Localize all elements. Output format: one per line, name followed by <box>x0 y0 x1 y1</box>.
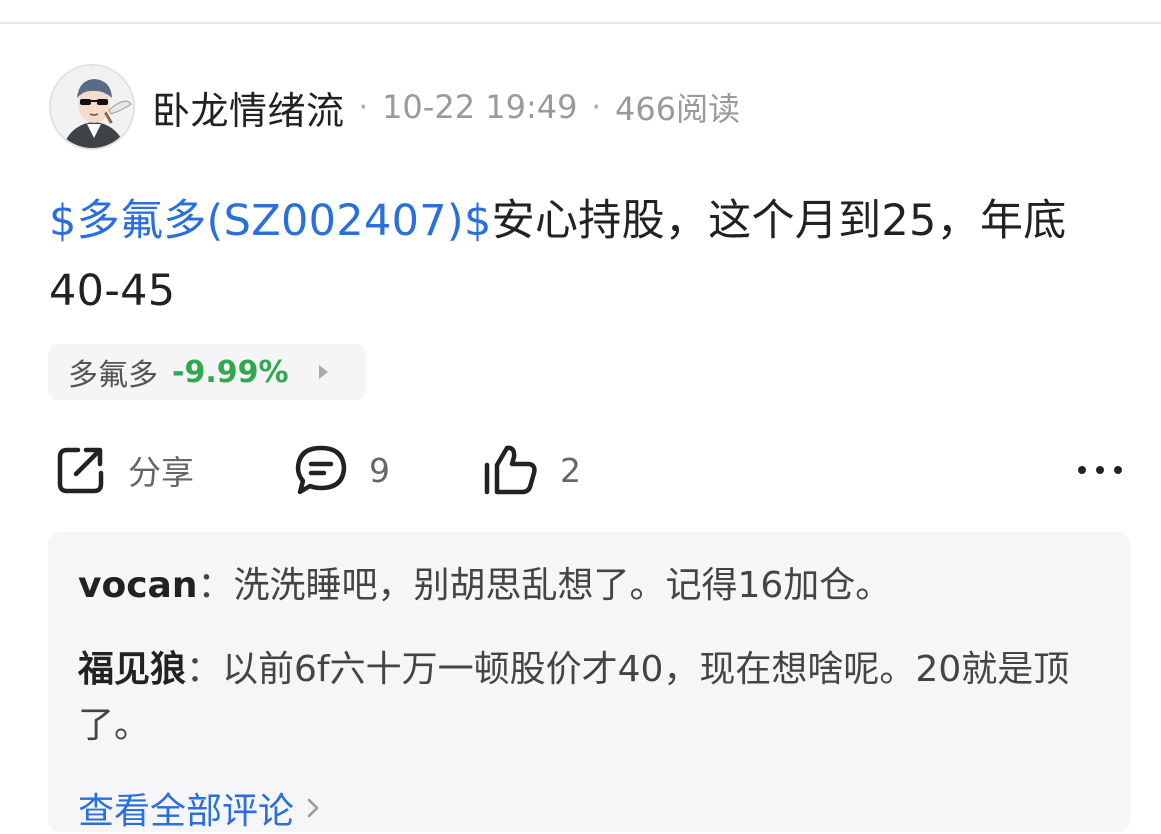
read-count: 466阅读 <box>614 90 741 128</box>
comment-count: 9 <box>369 450 390 490</box>
meta-separator: · <box>358 89 369 125</box>
play-arrow-icon <box>318 365 328 379</box>
comment-button[interactable]: 9 <box>293 440 390 500</box>
comment-text: 洗洗睡吧，别胡思乱想了。记得16加仓。 <box>233 565 892 606</box>
stock-quote-chip[interactable]: 多氟多 -9.99% <box>48 344 366 400</box>
like-icon <box>484 445 537 495</box>
chevron-right-icon <box>307 798 319 818</box>
comment-icon <box>295 445 347 495</box>
more-icon <box>1078 466 1122 474</box>
post-date: 10-22 19:49 <box>382 88 578 126</box>
comment-text: 以前6f六十万一顿股价才40，现在想啥呢。20就是顶了。 <box>78 649 1070 746</box>
view-all-comments-link[interactable]: 查看全部评论 <box>78 782 320 834</box>
meta-separator: · <box>591 89 601 125</box>
comments-preview: vocan：洗洗睡吧，别胡思乱想了。记得16加仓。 福见狼：以前6f六十万一顿股… <box>48 532 1130 832</box>
comment-colon: ： <box>186 649 223 690</box>
stock-link[interactable]: $多氟多(SZ002407)$ <box>49 196 492 246</box>
comment-item[interactable]: 福见狼：以前6f六十万一顿股价才40，现在想啥呢。20就是顶了。 <box>78 642 1088 754</box>
post-header: 卧龙情绪流 · 10-22 19:49 · 466阅读 <box>152 80 741 135</box>
avatar-image <box>51 66 133 148</box>
comment-item[interactable]: vocan：洗洗睡吧，别胡思乱想了。记得16加仓。 <box>78 558 1088 614</box>
post-body: $多氟多(SZ002407)$安心持股，这个月到25，年底40-45 <box>49 186 1119 326</box>
share-button[interactable]: 分享 <box>54 440 194 500</box>
avatar[interactable] <box>49 64 135 150</box>
author-name[interactable]: 卧龙情绪流 <box>152 80 345 135</box>
view-all-label: 查看全部评论 <box>78 791 295 832</box>
top-divider <box>0 22 1161 24</box>
comment-author[interactable]: 福见狼 <box>78 649 186 690</box>
like-count: 2 <box>560 450 581 490</box>
more-button[interactable] <box>1074 455 1126 485</box>
share-icon <box>57 447 104 494</box>
comment-colon: ： <box>197 565 234 606</box>
share-label: 分享 <box>128 453 194 492</box>
like-button[interactable]: 2 <box>482 440 581 500</box>
comment-author[interactable]: vocan <box>78 565 197 606</box>
stock-name: 多氟多 <box>68 358 158 393</box>
stock-change: -9.99% <box>172 354 289 390</box>
